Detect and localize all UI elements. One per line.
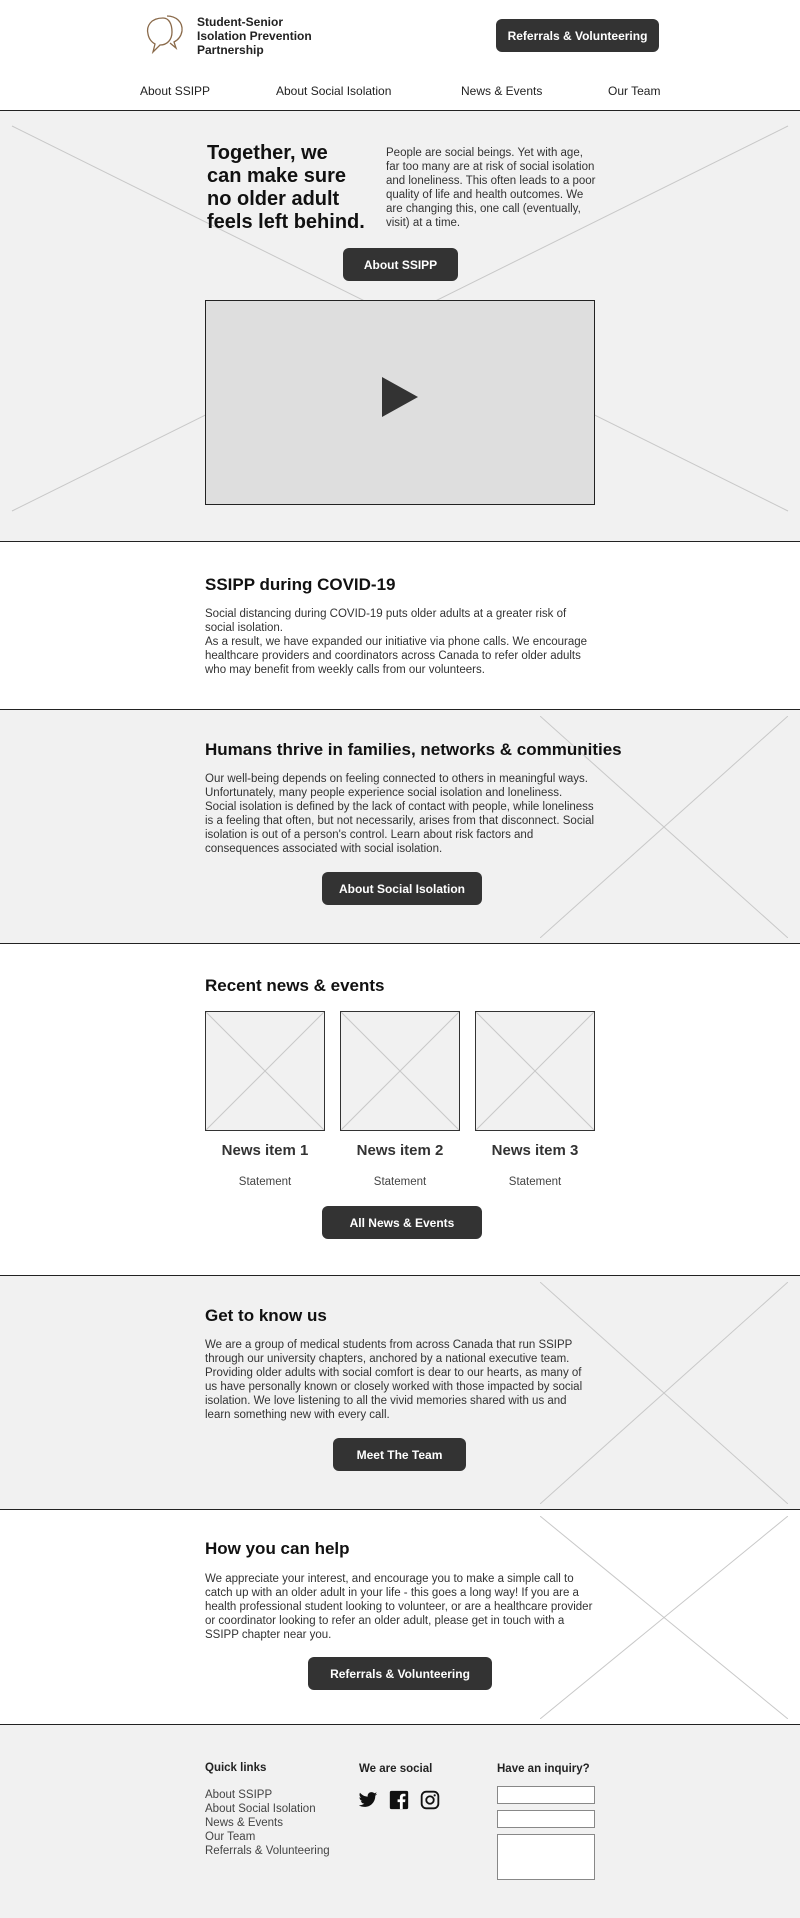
logo-text[interactable]: Student-Senior Isolation Prevention Part… [197,15,312,57]
about-ssipp-button[interactable]: About SSIPP [343,248,458,281]
referrals-volunteering-button[interactable]: Referrals & Volunteering [496,19,659,52]
twitter-icon[interactable] [358,1790,378,1810]
image-placeholder-icon [475,1011,595,1131]
news-item-title-3[interactable]: News item 3 [465,1142,605,1159]
news-image-3[interactable] [475,1011,595,1131]
site-header: Student-Senior Isolation Prevention Part… [0,0,800,111]
covid-text-2: As a result, we have expanded our initia… [205,636,588,676]
nav-our-team[interactable]: Our Team [608,84,660,98]
news-item-statement-3: Statement [508,1176,562,1188]
help-text: We appreciate your interest, and encoura… [205,1573,593,1641]
help-title: How you can help [205,1539,350,1558]
instagram-icon[interactable] [420,1790,440,1810]
inquiry-email-field[interactable] [497,1810,595,1828]
social-title: We are social [359,1763,433,1775]
footer-link-our-team[interactable]: Our Team [205,1831,255,1843]
about-social-isolation-button[interactable]: About Social Isolation [322,872,482,905]
news-title: Recent news & events [205,976,385,995]
nav-about-ssipp[interactable]: About SSIPP [140,84,210,98]
nav-about-social-isolation[interactable]: About Social Isolation [276,84,391,98]
humans-text: Our well-being depends on feeling connec… [205,773,595,855]
news-item-statement-2: Statement [373,1176,427,1188]
nav-news-events[interactable]: News & Events [461,84,542,98]
footer-link-about-ssipp[interactable]: About SSIPP [205,1789,272,1801]
facebook-icon[interactable] [389,1790,409,1810]
footer [0,1725,800,1918]
news-image-1[interactable] [205,1011,325,1131]
know-us-text: We are a group of medical students from … [205,1339,583,1421]
all-news-events-button[interactable]: All News & Events [322,1206,482,1239]
covid-text-1: Social distancing during COVID-19 puts o… [205,608,567,634]
logo-line-2: Isolation Prevention [197,29,312,43]
humans-title: Humans thrive in families, networks & co… [205,740,622,759]
inquiry-name-field[interactable] [497,1786,595,1804]
news-item-statement-1: Statement [238,1176,292,1188]
logo-line-1: Student-Senior [197,15,283,29]
play-icon[interactable] [382,377,418,417]
image-placeholder-icon [205,1011,325,1131]
footer-link-news-events[interactable]: News & Events [205,1817,283,1829]
logo-icon[interactable] [143,12,187,56]
help-referrals-volunteering-button[interactable]: Referrals & Volunteering [308,1657,492,1690]
video-player[interactable] [205,300,595,505]
covid-title: SSIPP during COVID-19 [205,575,396,594]
quick-links-title: Quick links [205,1762,267,1774]
news-item-title-1[interactable]: News item 1 [195,1142,335,1159]
hero-text: People are social beings. Yet with age, … [386,147,596,229]
inquiry-title: Have an inquiry? [497,1763,590,1775]
news-item-title-2[interactable]: News item 2 [330,1142,470,1159]
know-us-title: Get to know us [205,1306,327,1325]
meet-the-team-button[interactable]: Meet The Team [333,1438,466,1471]
image-placeholder-icon [340,1011,460,1131]
news-image-2[interactable] [340,1011,460,1131]
footer-link-about-social-isolation[interactable]: About Social Isolation [205,1803,316,1815]
inquiry-message-field[interactable] [497,1834,595,1880]
logo-line-3: Partnership [197,43,264,57]
hero-title: Together, we can make sure no older adul… [207,142,365,233]
footer-link-referrals-volunteering[interactable]: Referrals & Volunteering [205,1845,330,1857]
